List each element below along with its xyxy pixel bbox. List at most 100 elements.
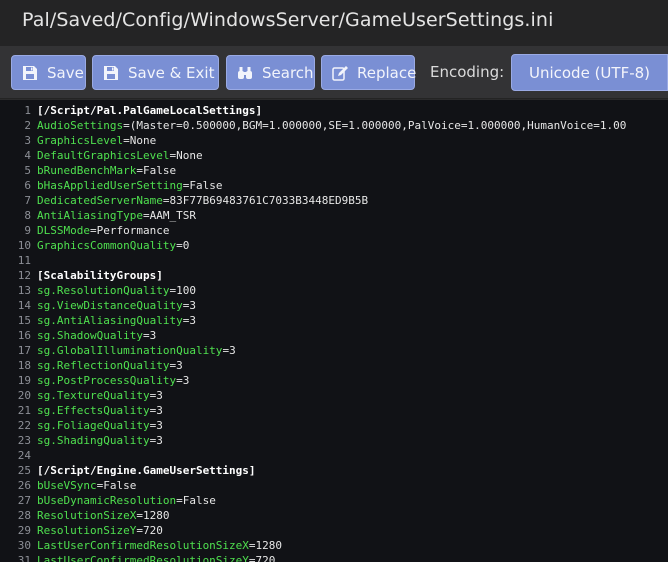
- equals-sign: =: [142, 329, 150, 342]
- setting-value: False: [103, 479, 137, 492]
- title-bar: Pal/Saved/Config/WindowsServer/GameUserS…: [0, 0, 668, 46]
- edit-icon: [332, 65, 348, 81]
- search-button[interactable]: Search: [226, 55, 315, 90]
- replace-button-label: Replace: [357, 63, 417, 82]
- setting-key: sg.TextureQuality: [37, 389, 150, 402]
- editor-toolbar: Save Save & Exit Search Replace Encoding…: [0, 46, 668, 99]
- line-content: GraphicsCommonQuality=0: [37, 238, 189, 253]
- setting-value: 83F77B69483761C7033B3448ED9B5B: [169, 194, 369, 207]
- equals-sign: =: [123, 119, 130, 132]
- setting-value: None: [176, 149, 203, 162]
- setting-value: 0: [182, 239, 190, 252]
- line-number: 19: [17, 374, 31, 387]
- equals-sign: =: [123, 134, 130, 147]
- line-number: 11: [17, 254, 31, 267]
- line-content: sg.PostProcessQuality=3: [37, 373, 189, 388]
- line-number: 14: [17, 299, 31, 312]
- line-number: 22: [17, 419, 31, 432]
- line-content: bUseDynamicResolution=False: [37, 493, 216, 508]
- setting-key: sg.ShadowQuality: [37, 329, 143, 342]
- line-content: sg.AntiAliasingQuality=3: [37, 313, 196, 328]
- code-editor[interactable]: 1 [/Script/Pal.PalGameLocalSettings] 2 Audi…: [0, 100, 668, 562]
- line-number: 30: [17, 539, 31, 552]
- line-content: AntiAliasingType=AAM_TSR: [37, 208, 196, 223]
- setting-value: 3: [182, 374, 190, 387]
- line-number: 23: [17, 434, 31, 447]
- line-number: 7: [24, 194, 31, 207]
- encoding-select[interactable]: Unicode (UTF-8): [511, 54, 668, 91]
- line-number: 24: [17, 449, 31, 462]
- setting-value: 720: [142, 524, 163, 537]
- line-number: 8: [24, 209, 31, 222]
- save-button[interactable]: Save: [11, 55, 86, 90]
- setting-value: 3: [156, 404, 163, 417]
- line-content: sg.GlobalIlluminationQuality=3: [37, 343, 236, 358]
- setting-value: 3: [176, 359, 183, 372]
- encoding-select-value: Unicode (UTF-8): [528, 63, 651, 82]
- save-and-exit-button-label: Save & Exit: [128, 63, 215, 82]
- setting-key: bRunedBenchMark: [37, 164, 137, 177]
- line-number: 6: [24, 179, 31, 192]
- setting-value: False: [182, 494, 216, 507]
- save-and-exit-button[interactable]: Save & Exit: [92, 55, 219, 90]
- line-number: 25: [17, 464, 31, 477]
- equals-sign: =: [176, 494, 183, 507]
- setting-key: sg.AntiAliasingQuality: [37, 314, 183, 327]
- line-content: sg.ViewDistanceQuality=3: [37, 298, 196, 313]
- line-content: sg.TextureQuality=3: [37, 388, 163, 403]
- replace-button[interactable]: Replace: [321, 55, 417, 90]
- line-number: 27: [17, 494, 31, 507]
- setting-value: 3: [149, 329, 157, 342]
- equals-sign: =: [136, 524, 143, 537]
- line-number: 29: [17, 524, 31, 537]
- line-number: 16: [17, 329, 31, 342]
- line-content: sg.ShadowQuality=3: [37, 328, 156, 343]
- setting-value: 720: [255, 554, 276, 562]
- save-button-label: Save: [47, 63, 84, 82]
- setting-key: sg.ResolutionQuality: [37, 284, 170, 297]
- setting-value: 3: [189, 299, 196, 312]
- line-number: 20: [17, 389, 31, 402]
- line-content: sg.ShadingQuality=3: [37, 433, 163, 448]
- line-number: 5: [24, 164, 31, 177]
- setting-key: GraphicsLevel: [37, 134, 124, 147]
- line-content: DefaultGraphicsLevel=None: [37, 148, 203, 163]
- line-number: 9: [24, 224, 31, 237]
- line-content: ResolutionSizeY=720: [37, 523, 163, 538]
- equals-sign: =: [248, 539, 256, 552]
- setting-value: 3: [156, 419, 163, 432]
- setting-key: AntiAliasingType: [37, 209, 143, 222]
- setting-key: sg.EffectsQuality: [37, 404, 150, 417]
- line-number: 12: [17, 269, 31, 282]
- line-number: 18: [17, 359, 31, 372]
- line-number: 1: [24, 104, 31, 117]
- line-number: 3: [24, 134, 31, 147]
- setting-key: AudioSettings: [37, 119, 124, 132]
- line-content: sg.ResolutionQuality=100: [37, 283, 196, 298]
- equals-sign: =: [89, 224, 97, 237]
- equals-sign: =: [176, 239, 183, 252]
- binoculars-icon: [237, 65, 253, 81]
- setting-key: sg.PostProcessQuality: [37, 374, 177, 387]
- setting-value: 3: [189, 314, 196, 327]
- floppy-disk-icon: [103, 65, 119, 81]
- setting-value: AAM_TSR: [149, 209, 196, 222]
- equals-sign: =: [142, 209, 150, 222]
- line-content: LastUserConfirmedResolutionSizeY=720: [37, 553, 275, 562]
- setting-key: bHasAppliedUserSetting: [37, 179, 183, 192]
- setting-value: None: [129, 134, 157, 147]
- setting-value: Performance: [96, 224, 170, 237]
- line-number: 17: [17, 344, 31, 357]
- setting-key: sg.FoliageQuality: [37, 419, 150, 432]
- line-content: DedicatedServerName=83F77B69483761C7033B…: [37, 193, 368, 208]
- line-content: LastUserConfirmedResolutionSizeX=1280: [37, 538, 282, 553]
- setting-value: 3: [229, 344, 236, 357]
- line-content: GraphicsLevel=None: [37, 133, 156, 148]
- setting-key: sg.ReflectionQuality: [37, 359, 170, 372]
- line-content: bUseVSync=False: [37, 478, 136, 493]
- line-number: 15: [17, 314, 31, 327]
- equals-sign: =: [136, 509, 143, 522]
- setting-key: ResolutionSizeX: [37, 509, 137, 522]
- setting-value: 1280: [142, 509, 170, 522]
- setting-key: bUseVSync: [37, 479, 97, 492]
